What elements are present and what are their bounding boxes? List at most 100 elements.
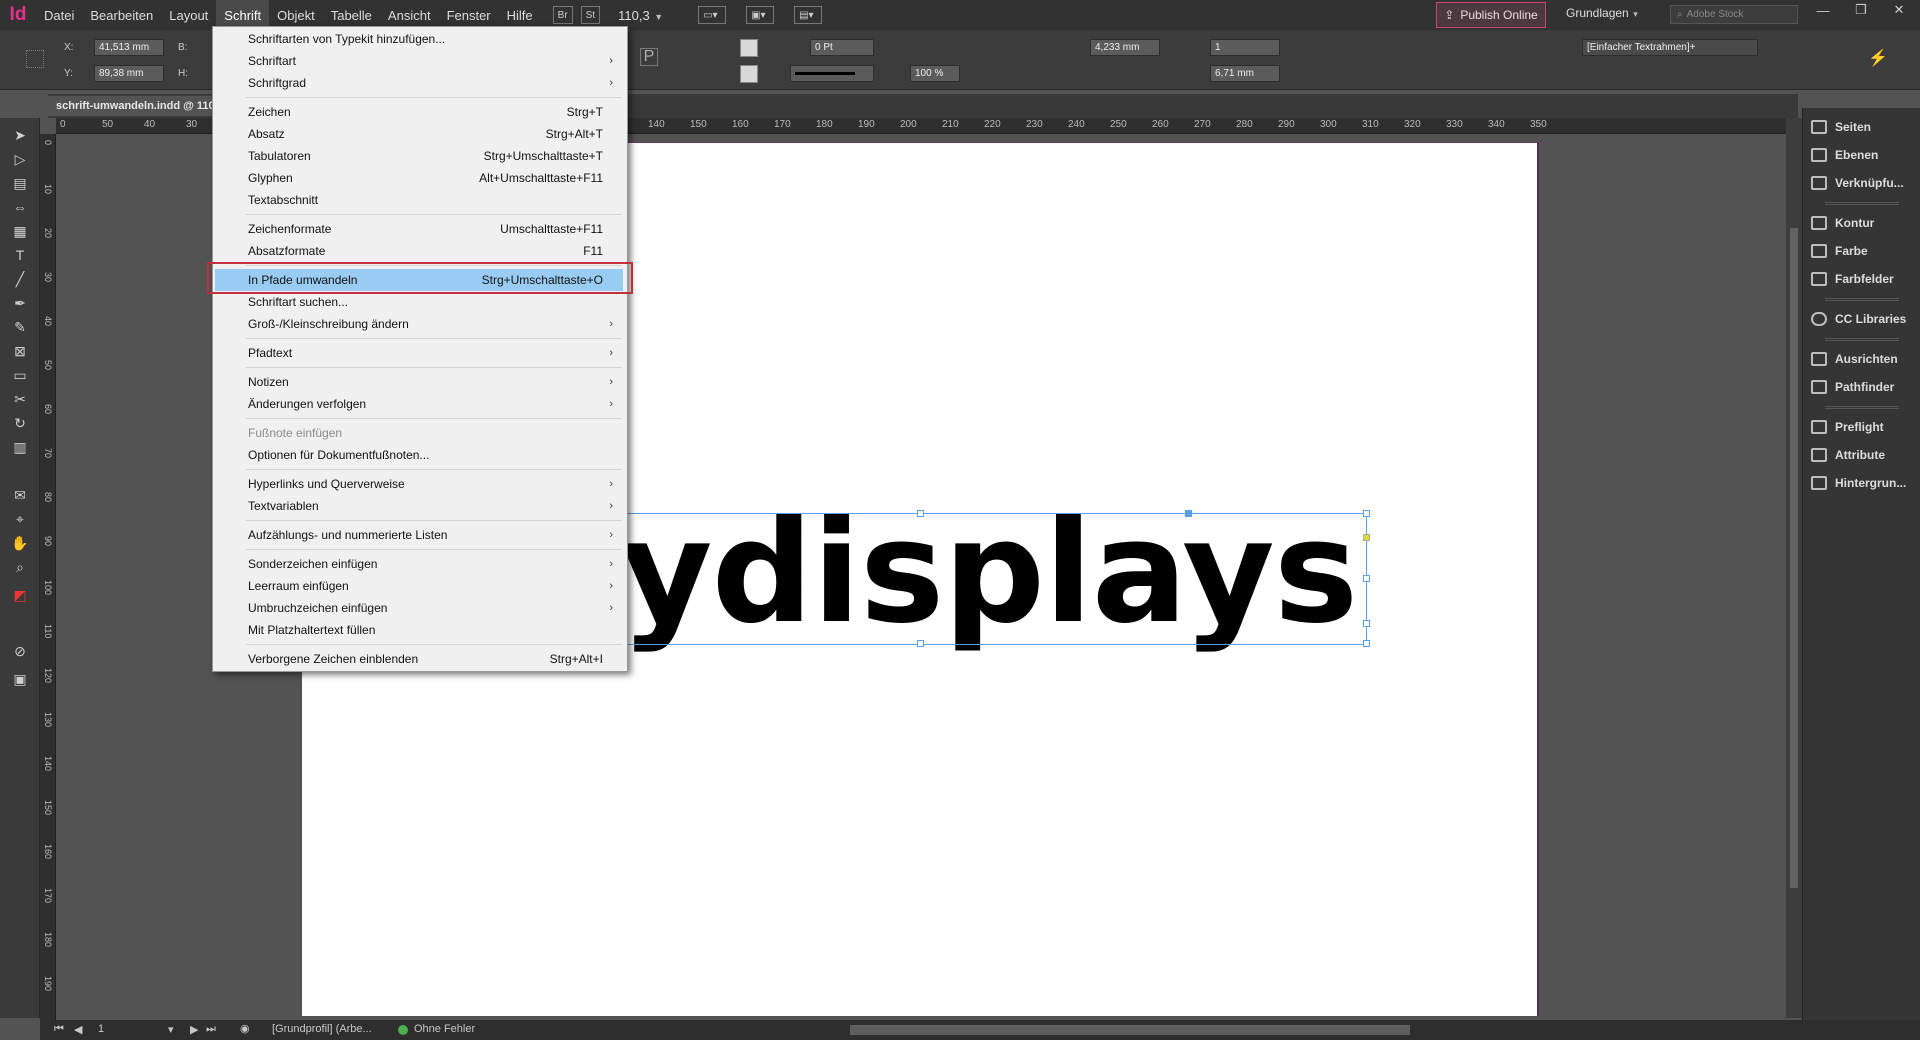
reference-point-icon[interactable]	[26, 50, 44, 68]
menu-item-aenderungen[interactable]: Änderungen verfolgen ›	[215, 393, 623, 415]
scrollbar-thumb[interactable]	[1790, 228, 1798, 888]
object-style-select[interactable]: [Einfacher Textrahmen]+	[1582, 39, 1758, 56]
gap-tool-icon[interactable]: ⇔	[10, 198, 30, 216]
view-options-icon[interactable]: ▭▾	[698, 6, 727, 24]
frame-handle[interactable]	[1363, 575, 1370, 582]
menu-item-leerraum[interactable]: Leerraum einfügen ›	[215, 575, 623, 597]
page-tool-icon[interactable]: ▤	[10, 174, 30, 192]
menu-item-notizen[interactable]: Notizen ›	[215, 371, 623, 393]
frame-handle[interactable]	[1363, 510, 1370, 517]
menu-item-listen[interactable]: Aufzählungs- und nummerierte Listen ›	[215, 524, 623, 546]
panel-verknuepfungen[interactable]: Verknüpfu...	[1811, 170, 1904, 196]
panel-ausrichten[interactable]: Ausrichten	[1811, 346, 1898, 372]
preflight-profile[interactable]: [Grundprofil] (Arbe...	[272, 1023, 372, 1035]
menu-item-hyperlinks[interactable]: Hyperlinks und Querverweise ›	[215, 473, 623, 495]
menu-item-glyphen[interactable]: Glyphen Alt+Umschalttaste+F11	[215, 167, 623, 189]
frame-handle[interactable]	[1363, 534, 1370, 541]
text-frame-icon[interactable]: P	[640, 48, 658, 66]
rectangle-frame-icon[interactable]: ⊠	[10, 342, 30, 360]
menu-item-fussnotenoptionen[interactable]: Optionen für Dokumentfußnoten...	[215, 444, 623, 466]
stroke-style-select[interactable]	[790, 65, 874, 82]
stroke-none-icon[interactable]	[740, 65, 758, 83]
next-page-icon[interactable]: ▶	[190, 1023, 198, 1036]
type-tool-icon[interactable]: T	[10, 246, 30, 264]
columns-field[interactable]: 1	[1210, 39, 1280, 56]
lightning-icon[interactable]: ⚡	[1868, 48, 1888, 68]
menu-item-fussnote[interactable]: Fußnote einfügen	[215, 422, 623, 444]
screen-mode-icon[interactable]: ▣	[10, 670, 30, 688]
x-position-field[interactable]: 41,513 mm	[94, 39, 164, 56]
fill-stroke-icon[interactable]: ◩	[10, 586, 30, 604]
frame-handle[interactable]	[917, 510, 924, 517]
first-page-icon[interactable]: ⏮	[54, 1023, 64, 1036]
text-frame-selection[interactable]	[600, 513, 1367, 645]
stroke-weight-field[interactable]: 0 Pt	[810, 39, 874, 56]
menu-item-schriftgrad[interactable]: Schriftgrad ›	[215, 72, 623, 94]
eyedropper-tool-icon[interactable]: ⌖	[10, 510, 30, 528]
gutter-field[interactable]: 6,71 mm	[1210, 65, 1280, 82]
arrange-documents-icon[interactable]: ▤▾	[794, 6, 823, 24]
frame-handle[interactable]	[1185, 510, 1192, 517]
menu-item-platzhaltertext[interactable]: Mit Platzhaltertext füllen	[215, 619, 623, 641]
restore-icon[interactable]: ❐	[1842, 0, 1880, 20]
rotate-tool-icon[interactable]: ↻	[10, 414, 30, 432]
panel-farbe[interactable]: Farbe	[1811, 238, 1868, 264]
note-tool-icon[interactable]: ✉	[10, 486, 30, 504]
menu-item-schriftart[interactable]: Schriftart ›	[215, 50, 623, 72]
line-tool-icon[interactable]: ╱	[10, 270, 30, 288]
preflight-status[interactable]: Ohne Fehler	[414, 1023, 475, 1035]
pen-tool-icon[interactable]: ✒	[10, 294, 30, 312]
prev-page-icon[interactable]: ◀	[74, 1023, 82, 1036]
panel-kontur[interactable]: Kontur	[1811, 210, 1874, 236]
selection-tool-icon[interactable]: ➤	[10, 126, 30, 144]
panel-seiten[interactable]: Seiten	[1811, 114, 1871, 140]
page-number-field[interactable]: 1	[98, 1023, 104, 1035]
panel-pathfinder[interactable]: Pathfinder	[1811, 374, 1894, 400]
horizontal-scrollbar-thumb[interactable]	[850, 1025, 1410, 1035]
stock-button[interactable]: St	[580, 6, 601, 24]
frame-width-field[interactable]: 4,233 mm	[1090, 39, 1160, 56]
menu-item-schriftart-suchen[interactable]: Schriftart suchen...	[215, 291, 623, 313]
last-page-icon[interactable]: ⏭	[206, 1023, 216, 1036]
panel-preflight[interactable]: Preflight	[1811, 414, 1884, 440]
direct-selection-icon[interactable]: ▷	[10, 150, 30, 168]
document-tab[interactable]: schrift-umwandeln.indd @ 110	[48, 96, 213, 116]
menu-item-textabschnitt[interactable]: Textabschnitt	[215, 189, 623, 211]
workspace-switcher[interactable]: Grundlagen ▾	[1566, 6, 1638, 20]
vertical-scrollbar[interactable]	[1786, 118, 1802, 1018]
vertical-ruler[interactable]: 0 10 20 30 40 50 60 70 80 90 100 110 120 130 140 150 160…	[40, 134, 56, 1020]
menu-item-gross-klein[interactable]: Groß-/Kleinschreibung ändern ›	[215, 313, 623, 335]
panel-farbfelder[interactable]: Farbfelder	[1811, 266, 1894, 292]
menu-item-tabulatoren[interactable]: Tabulatoren Strg+Umschalttaste+T	[215, 145, 623, 167]
rectangle-tool-icon[interactable]: ▭	[10, 366, 30, 384]
frame-handle[interactable]	[1363, 620, 1370, 627]
panel-cc-libraries[interactable]: CC Libraries	[1811, 306, 1906, 332]
hand-tool-icon[interactable]: ✋	[10, 534, 30, 552]
screen-mode-icon[interactable]: ▣▾	[746, 6, 775, 24]
frame-handle[interactable]	[1363, 640, 1370, 647]
publish-online-button[interactable]: ⇪ Publish Online	[1436, 2, 1546, 28]
menu-item-typekit[interactable]: Schriftarten von Typekit hinzufügen...	[215, 28, 623, 50]
opacity-field[interactable]: 100 %	[910, 65, 960, 82]
menu-item-verborgene-zeichen[interactable]: Verborgene Zeichen einblenden Strg+Alt+I	[215, 648, 623, 670]
zoom-level[interactable]: 110,3 ▼	[618, 8, 678, 23]
menu-bearbeiten[interactable]: Bearbeiten	[82, 0, 161, 30]
scissors-tool-icon[interactable]: ✂	[10, 390, 30, 408]
zoom-tool-icon[interactable]: ⌕	[10, 558, 30, 576]
menu-item-textvariablen[interactable]: Textvariablen ›	[215, 495, 623, 517]
close-icon[interactable]: ✕	[1880, 0, 1918, 20]
panel-hintergrundaufgaben[interactable]: Hintergrun...	[1811, 470, 1906, 496]
y-position-field[interactable]: 89,38 mm	[94, 65, 164, 82]
panel-ebenen[interactable]: Ebenen	[1811, 142, 1878, 168]
minimize-icon[interactable]: —	[1804, 0, 1842, 20]
bridge-button[interactable]: Br	[552, 6, 573, 24]
menu-item-zeichenformate[interactable]: Zeichenformate Umschalttaste+F11	[215, 218, 623, 240]
pencil-tool-icon[interactable]: ✎	[10, 318, 30, 336]
menu-item-absatzformate[interactable]: Absatzformate F11	[215, 240, 623, 262]
menu-item-umbruchzeichen[interactable]: Umbruchzeichen einfügen ›	[215, 597, 623, 619]
frame-handle[interactable]	[917, 640, 924, 647]
menu-datei[interactable]: Datei	[36, 0, 82, 30]
gradient-tool-icon[interactable]: ▥	[10, 438, 30, 456]
stock-search-input[interactable]: ⌕ Adobe Stock	[1670, 5, 1798, 24]
menu-item-pfadtext[interactable]: Pfadtext ›	[215, 342, 623, 364]
